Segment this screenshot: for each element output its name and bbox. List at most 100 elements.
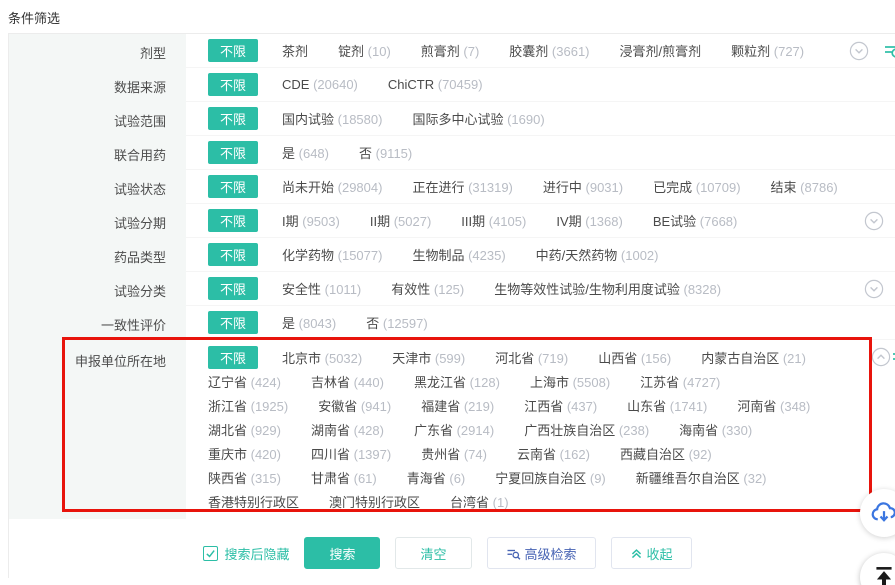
filter-option[interactable]: 否 (12597) — [366, 313, 427, 332]
filter-option-selected[interactable]: 不限 — [208, 39, 258, 62]
filter-option[interactable]: 浸膏剂/煎膏剂 — [620, 41, 702, 60]
filter-option[interactable]: 青海省 (6) — [407, 468, 466, 487]
filter-option[interactable]: 有效性 (125) — [391, 279, 464, 298]
filter-option[interactable]: 生物等效性试验/生物利用度试验 (8328) — [494, 279, 721, 298]
option-count: (9503) — [299, 214, 340, 229]
option-count: (32) — [740, 471, 767, 486]
collapse-button[interactable]: 收起 — [611, 537, 692, 569]
filter-option[interactable]: 新疆维吾尔自治区 (32) — [636, 468, 767, 487]
filter-option[interactable]: 四川省 (1397) — [311, 444, 391, 463]
filter-option[interactable]: 河北省 (719) — [495, 348, 568, 367]
filter-option[interactable]: 宁夏回族自治区 (9) — [495, 468, 606, 487]
filter-option[interactable]: 上海市 (5508) — [530, 372, 610, 391]
filter-option[interactable]: 天津市 (599) — [392, 348, 465, 367]
filter-search-icon[interactable] — [891, 348, 895, 368]
filter-option[interactable]: 河南省 (348) — [737, 396, 810, 415]
chevron-down-circle-icon[interactable] — [849, 41, 869, 61]
filter-option[interactable]: 广西壮族自治区 (238) — [524, 420, 649, 439]
filter-option-selected[interactable]: 不限 — [208, 311, 258, 334]
option-count: (1690) — [503, 112, 544, 127]
filter-option[interactable]: 贵州省 (74) — [421, 444, 487, 463]
option-count: (1) — [489, 495, 509, 510]
filter-option[interactable]: 是 (648) — [282, 143, 329, 162]
filter-option[interactable]: 结束 (8786) — [771, 177, 838, 196]
chevron-down-circle-icon[interactable] — [864, 279, 884, 299]
filter-option[interactable]: 黑龙江省 (128) — [414, 372, 500, 391]
filter-option[interactable]: 颗粒剂 (727) — [731, 41, 804, 60]
filter-option[interactable]: 浙江省 (1925) — [208, 396, 288, 415]
hide-after-search-checkbox[interactable]: 搜索后隐藏 — [203, 544, 289, 563]
chevron-up-circle-icon[interactable] — [871, 347, 891, 367]
filter-option[interactable]: 中药/天然药物 (1002) — [536, 245, 659, 264]
filter-option[interactable]: 辽宁省 (424) — [208, 372, 281, 391]
filter-option-selected[interactable]: 不限 — [208, 107, 258, 130]
filter-option[interactable]: 山西省 (156) — [598, 348, 671, 367]
option-count: (1925) — [247, 399, 288, 414]
filter-option[interactable]: 台湾省 (1) — [450, 492, 509, 511]
filter-option-selected[interactable]: 不限 — [208, 243, 258, 266]
filter-option[interactable]: 尚未开始 (29804) — [282, 177, 382, 196]
filter-option-selected[interactable]: 不限 — [208, 175, 258, 198]
filter-option-selected[interactable]: 不限 — [208, 346, 258, 369]
filter-option[interactable]: 湖北省 (929) — [208, 420, 281, 439]
option-count: (9115) — [372, 146, 412, 161]
clear-button[interactable]: 清空 — [395, 537, 471, 569]
filter-option[interactable]: I期 (9503) — [282, 211, 340, 230]
filter-option[interactable]: 重庆市 (420) — [208, 444, 281, 463]
filter-option[interactable]: 湖南省 (428) — [311, 420, 384, 439]
checkbox-checked-icon[interactable] — [203, 546, 218, 561]
filter-option[interactable]: 否 (9115) — [359, 143, 412, 162]
option-count: (219) — [460, 399, 494, 414]
filter-option[interactable]: 云南省 (162) — [517, 444, 590, 463]
filter-option[interactable]: 江西省 (437) — [524, 396, 597, 415]
filter-option[interactable]: 内蒙古自治区 (21) — [701, 348, 806, 367]
filter-option[interactable]: 是 (8043) — [282, 313, 336, 332]
filter-option[interactable]: 西藏自治区 (92) — [620, 444, 712, 463]
filter-option[interactable]: CDE (20640) — [282, 77, 358, 92]
filter-option[interactable]: 胶囊剂 (3661) — [509, 41, 589, 60]
filter-option-selected[interactable]: 不限 — [208, 209, 258, 232]
filter-row: 药品类型不限化学药物 (15077)生物制品 (4235)中药/天然药物 (10… — [9, 238, 895, 272]
filter-option[interactable]: 安徽省 (941) — [318, 396, 391, 415]
filter-option[interactable]: 生物制品 (4235) — [412, 245, 505, 264]
filter-option[interactable]: 山东省 (1741) — [627, 396, 707, 415]
option-count: (1741) — [666, 399, 707, 414]
filter-option[interactable]: 广东省 (2914) — [414, 420, 494, 439]
filter-option[interactable]: 甘肃省 (61) — [311, 468, 377, 487]
filter-option[interactable]: 北京市 (5032) — [282, 348, 362, 367]
filter-option[interactable]: ChiCTR (70459) — [388, 77, 483, 92]
filter-search-icon[interactable] — [883, 41, 895, 61]
filter-option[interactable]: II期 (5027) — [370, 211, 431, 230]
filter-option[interactable]: 福建省 (219) — [421, 396, 494, 415]
filter-option[interactable]: 化学药物 (15077) — [282, 245, 382, 264]
filter-option-selected[interactable]: 不限 — [208, 141, 258, 164]
filter-option[interactable]: III期 (4105) — [461, 211, 526, 230]
filter-option[interactable]: 锭剂 (10) — [338, 41, 391, 60]
filter-option-selected[interactable]: 不限 — [208, 277, 258, 300]
filter-option[interactable]: 国际多中心试验 (1690) — [412, 109, 544, 128]
filter-option-selected[interactable]: 不限 — [208, 73, 258, 96]
filter-option[interactable]: 安全性 (1011) — [282, 279, 361, 298]
filter-option[interactable]: IV期 (1368) — [556, 211, 623, 230]
chevron-down-circle-icon[interactable] — [864, 211, 884, 231]
option-count: (20640) — [309, 77, 357, 92]
filter-option[interactable]: 茶剂 — [282, 41, 308, 60]
filter-rows: 剂型不限茶剂锭剂 (10)煎膏剂 (7)胶囊剂 (3661)浸膏剂/煎膏剂颗粒剂… — [9, 34, 895, 519]
filter-option[interactable]: 海南省 (330) — [679, 420, 752, 439]
filter-option[interactable]: 陕西省 (315) — [208, 468, 281, 487]
advanced-search-button[interactable]: 高级检索 — [487, 537, 596, 569]
option-count: (5508) — [569, 375, 610, 390]
filter-option[interactable]: 江苏省 (4727) — [640, 372, 720, 391]
filter-option[interactable]: 煎膏剂 (7) — [421, 41, 480, 60]
filter-option[interactable]: 进行中 (9031) — [543, 177, 623, 196]
search-button[interactable]: 搜索 — [304, 537, 380, 569]
option-count: (70459) — [434, 77, 482, 92]
filter-option[interactable]: BE试验 (7668) — [653, 211, 738, 230]
filter-option[interactable]: 香港特别行政区 — [208, 492, 299, 511]
filter-option[interactable]: 吉林省 (440) — [311, 372, 384, 391]
filter-option[interactable]: 国内试验 (18580) — [282, 109, 382, 128]
filter-option[interactable]: 澳门特别行政区 — [329, 492, 420, 511]
filter-options: 不限 化学药物 (15077) 生物制品 (4235) 中药/天然药物 (1002) — [186, 238, 895, 272]
filter-option[interactable]: 正在进行 (31319) — [412, 177, 512, 196]
filter-option[interactable]: 已完成 (10709) — [653, 177, 740, 196]
